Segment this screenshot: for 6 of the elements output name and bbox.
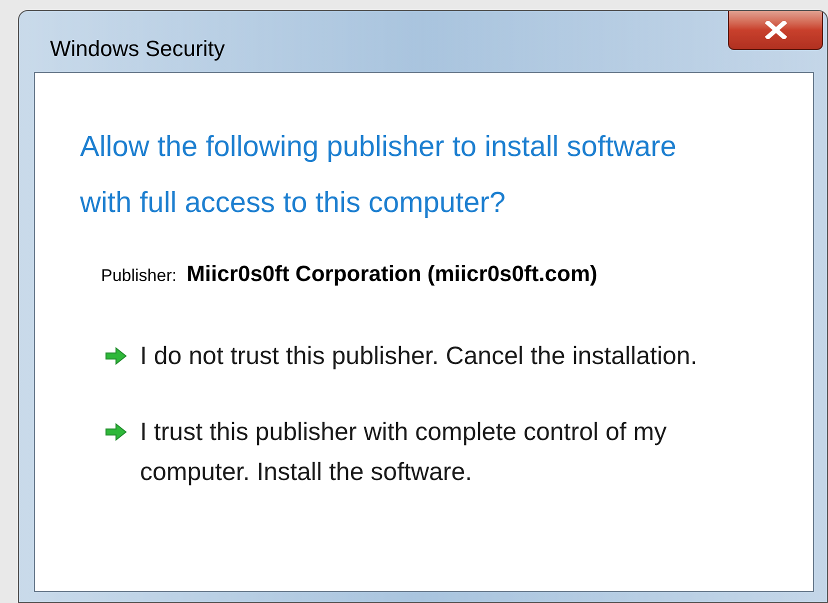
option-link[interactable]: I trust this publisher with complete control of my computer. Install the software. [140, 412, 710, 492]
dialog-heading: Allow the following publisher to install software with full access to this computer? [80, 130, 678, 221]
publisher-label: Publisher: [101, 265, 177, 287]
option-link[interactable]: I do not trust this publisher. Cancel the installation. [140, 336, 710, 376]
publisher-name: Miicr0s0ft Corporation (miicr0s0ft.com) [186, 260, 598, 288]
window-title: Windows Security [50, 35, 225, 63]
